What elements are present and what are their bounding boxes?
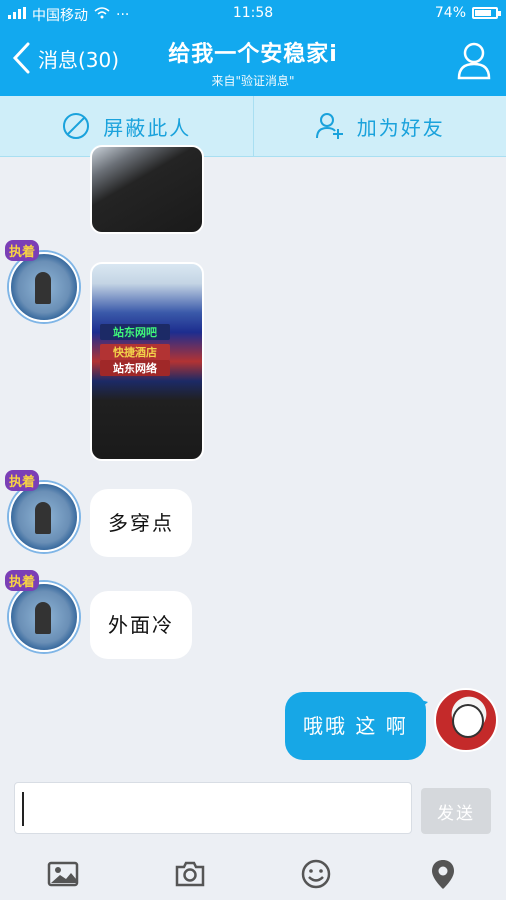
my-avatar[interactable] (434, 688, 498, 752)
camera-button[interactable] (170, 854, 210, 894)
message-bubble[interactable]: 多穿点 (90, 489, 192, 557)
image-icon (48, 861, 79, 887)
add-friend-label: 加为好友 (356, 115, 445, 140)
location-button[interactable] (423, 854, 463, 894)
bubble-tail (414, 698, 428, 714)
contact-avatar[interactable]: 执着 (5, 570, 79, 652)
message-text: 多穿点 (108, 511, 174, 535)
avatar-sticker: 执着 (5, 570, 40, 591)
avatar-sticker: 执着 (5, 240, 40, 261)
image-sign: 站东网吧 (100, 324, 170, 340)
emoji-icon (302, 859, 331, 889)
location-icon (431, 860, 454, 889)
contact-avatar[interactable]: 执着 (5, 470, 79, 552)
image-sign: 站东网络 (100, 360, 170, 376)
avatar-figure (35, 602, 51, 634)
my-message-bubble[interactable]: 哦哦 这 啊 (285, 692, 426, 760)
avatar-figure (35, 272, 51, 304)
message-list[interactable]: 执着 站东网吧 快捷酒店 站东网络 执着 多穿点 执着 外面冷 哦哦 这 啊 (0, 145, 506, 770)
status-bar: 中国移动 ··· 11:58 74% (0, 0, 506, 28)
avatar-sticker: 执着 (5, 470, 40, 491)
text-cursor (22, 792, 24, 826)
chat-title: 给我一个安稳家i (168, 42, 338, 67)
profile-button[interactable] (456, 40, 492, 80)
chat-subtitle: 来自"验证消息" (211, 74, 295, 88)
block-label: 屏蔽此人 (103, 115, 192, 140)
input-area: 发送 (0, 770, 506, 900)
image-message[interactable] (90, 145, 204, 234)
add-friend-button[interactable]: 加为好友 (252, 96, 506, 156)
image-button[interactable] (43, 854, 83, 894)
battery-percent: 74% (434, 5, 466, 21)
battery-icon (472, 7, 501, 19)
image-sign: 快捷酒店 (100, 344, 170, 360)
clock: 11:58 (232, 5, 274, 21)
message-input[interactable] (14, 782, 412, 834)
avatar-figure (35, 502, 51, 534)
message-text: 外面冷 (108, 613, 174, 637)
message-text: 哦哦 这 啊 (303, 714, 408, 738)
status-right: 74% (434, 5, 501, 21)
input-toolbar (0, 848, 506, 900)
title-block: 给我一个安稳家i 来自"验证消息" (0, 36, 506, 89)
user-icon (457, 42, 491, 80)
block-icon (63, 113, 90, 139)
action-bar: 屏蔽此人 加为好友 (0, 96, 506, 157)
contact-avatar[interactable]: 执着 (5, 240, 79, 322)
battery-fill (475, 10, 492, 16)
add-user-icon (315, 113, 343, 139)
chat-header: 消息(30) 给我一个安稳家i 来自"验证消息" (0, 28, 506, 96)
emoji-button[interactable] (296, 854, 336, 894)
avatar-face (452, 704, 484, 738)
camera-icon (175, 861, 204, 887)
message-bubble[interactable]: 外面冷 (90, 591, 192, 659)
send-button[interactable]: 发送 (421, 788, 491, 834)
image-message[interactable]: 站东网吧 快捷酒店 站东网络 (90, 262, 204, 461)
